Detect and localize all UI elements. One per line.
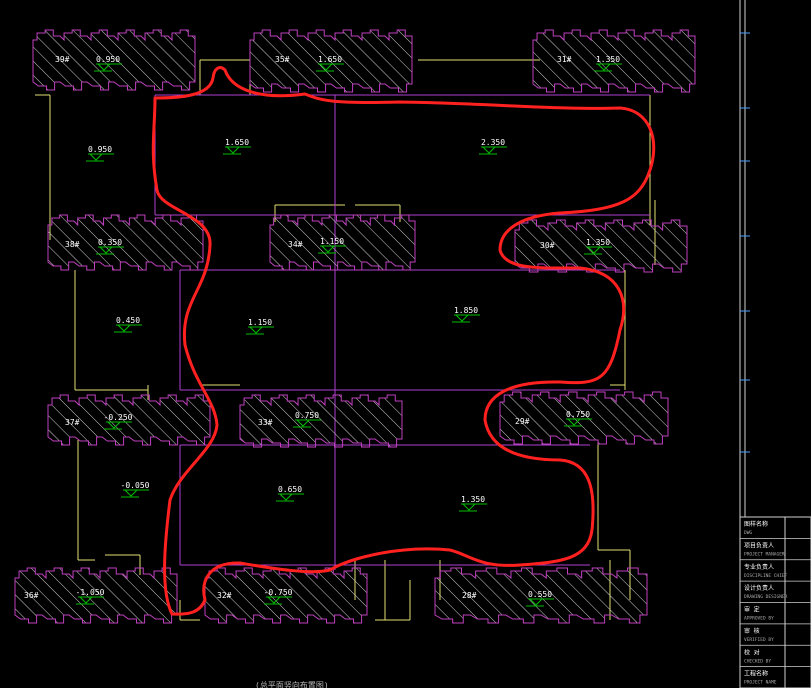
title-block-label-cn: 专业负责人 (744, 563, 774, 571)
ground-elevation-g9: 1.350 (459, 495, 487, 512)
title-block-label-cn: 项目负责人 (744, 541, 774, 549)
title-block: 图样名称 DWG 项目负责人 PROJECT MANAGER 专业负责人 DISCIPLI… (739, 0, 811, 688)
title-block-label-cn: 设计负责人 (744, 584, 774, 592)
footer-caption: (总平面竖向布置图) (255, 680, 329, 688)
building-number-label: 33# (258, 418, 273, 427)
elevation-value: 0.350 (98, 238, 122, 247)
building-b38: 38# 0.350 (47, 214, 204, 271)
ground-elevation-g3: 2.350 (479, 138, 507, 155)
ground-elevation-g5: 1.150 (246, 318, 274, 335)
elevation-value: 1.350 (461, 495, 485, 504)
site-boundary-lines (35, 59, 656, 621)
building-number-label: 37# (65, 418, 80, 427)
title-block-label-cn: 校 对 (744, 648, 760, 656)
building-number-label: 35# (275, 55, 290, 64)
elevation-value: 1.150 (320, 237, 344, 246)
red-markup-outline (151, 66, 656, 616)
ground-elevation-g1: 0.950 (86, 145, 114, 162)
title-block-label-en: APPROVED BY (744, 616, 774, 622)
elevation-triangle-icon (89, 153, 103, 161)
building-number-label: 31# (557, 55, 572, 64)
elevation-value: -1.050 (76, 588, 105, 597)
building-b37: 37# -0.250 (47, 394, 211, 446)
building-number-label: 34# (288, 240, 303, 249)
elevation-triangle-icon (462, 503, 476, 511)
building-b39: 39# 0.950 (32, 29, 196, 91)
ground-elevation-g8: 0.650 (276, 485, 304, 502)
building-number-label: 30# (540, 241, 555, 250)
elevation-triangle-icon (226, 146, 240, 154)
elevation-triangle-icon (117, 324, 131, 332)
building-number-label: 29# (515, 417, 530, 426)
elevation-value: 0.450 (116, 316, 140, 325)
building-b34: 34# 1.150 (269, 214, 416, 271)
title-block-label-cn: 审 定 (744, 606, 760, 614)
building-b31: 31# 1.350 (532, 29, 696, 93)
ground-elevation-g4: 0.450 (114, 316, 142, 333)
building-number-label: 32# (217, 591, 232, 600)
title-block-label-en: DWG (744, 530, 752, 536)
title-block-label-en: PROJECT NAME (744, 680, 777, 686)
title-block-label-cn: 图样名称 (744, 520, 768, 528)
building-b29: 29# 0.750 (499, 391, 669, 445)
title-block-label-cn: 审 核 (744, 627, 760, 635)
ground-elevation-layer: 0.950 1.650 2.350 0.450 1.150 1.850 -0.050 0.65… (86, 138, 507, 512)
title-block-label-en: VERIFIED BY (744, 637, 774, 643)
building-number-label: 28# (462, 591, 477, 600)
elevation-triangle-icon (249, 326, 263, 334)
building-number-label: 36# (24, 591, 39, 600)
elevation-value: -0.250 (104, 413, 133, 422)
elevation-value: 0.650 (278, 485, 302, 494)
elevation-value: 1.150 (248, 318, 272, 327)
building-b28: 28# 0.550 (434, 567, 648, 624)
ground-elevation-g6: 1.850 (452, 306, 480, 323)
elevation-value: 0.550 (528, 590, 552, 599)
elevation-value: 0.950 (96, 55, 120, 64)
elevation-triangle-icon (279, 493, 293, 501)
grid-lines (154, 94, 650, 570)
elevation-triangle-icon (455, 314, 469, 322)
title-block-label-en: DISCIPLINE CHIEF (744, 573, 788, 579)
ground-elevation-g7: -0.050 (121, 481, 150, 498)
building-number-label: 38# (65, 240, 80, 249)
elevation-value: 1.850 (454, 306, 478, 315)
elevation-value: 2.350 (481, 138, 505, 147)
elevation-value: 0.750 (295, 411, 319, 420)
elevation-value: 1.650 (318, 55, 342, 64)
ground-elevation-g2: 1.650 (223, 138, 251, 155)
cad-drawing-canvas: 39# 0.950 35# 1.650 31# 1.350 38# 0.350 34# 1.150… (14, 0, 811, 688)
buildings-layer: 39# 0.950 35# 1.650 31# 1.350 38# 0.350 34# 1.150… (14, 29, 696, 624)
elevation-triangle-icon (124, 489, 138, 497)
elevation-value: -0.050 (121, 481, 150, 490)
elevation-value: 0.950 (88, 145, 112, 154)
elevation-value: 1.350 (596, 55, 620, 64)
building-b36: 36# -1.050 (14, 567, 178, 624)
elevation-value: 1.350 (586, 238, 610, 247)
building-number-label: 39# (55, 55, 70, 64)
building-b35: 35# 1.650 (249, 29, 413, 93)
title-block-label-cn: 工程名称 (744, 670, 768, 678)
elevation-value: -0.750 (264, 588, 293, 597)
elevation-value: 1.650 (225, 138, 249, 147)
elevation-value: 0.750 (566, 410, 590, 419)
title-block-label-en: CHECKED BY (744, 658, 771, 664)
elevation-triangle-icon (482, 146, 496, 154)
title-block-label-en: DRAWING DESIGNER (744, 594, 788, 600)
building-b32: 32# -0.750 (204, 567, 368, 624)
title-block-label-en: PROJECT MANAGER (744, 551, 785, 557)
building-b30: 30# 1.350 (514, 219, 688, 273)
building-b33: 33# 0.750 (239, 394, 403, 448)
